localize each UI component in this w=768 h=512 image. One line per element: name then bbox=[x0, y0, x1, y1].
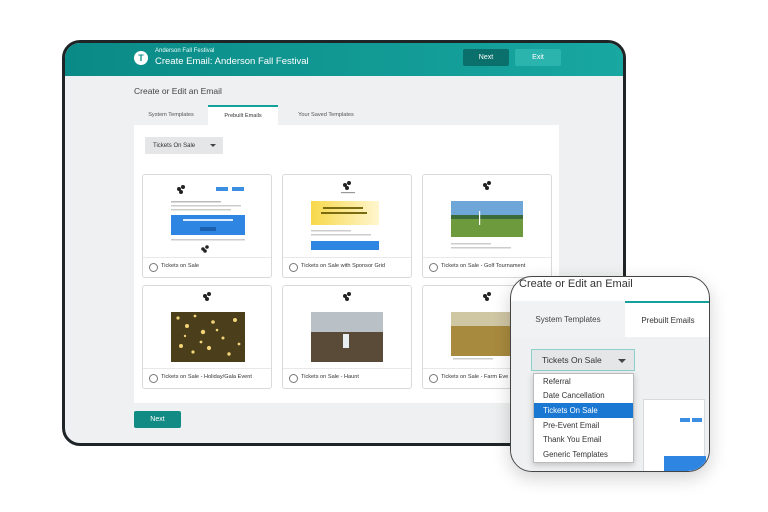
event-name: Anderson Fall Festival bbox=[155, 48, 215, 54]
caret-down-icon bbox=[210, 144, 216, 147]
email-preview-graphic bbox=[171, 185, 245, 253]
page-title: Create Email: Anderson Fall Festival bbox=[155, 56, 309, 67]
template-thumbnail bbox=[143, 286, 271, 368]
template-radio[interactable] bbox=[289, 263, 298, 272]
template-card-footer: Tickets on Sale - Golf Tournament bbox=[423, 257, 551, 277]
template-label: Tickets on Sale - Haunt bbox=[301, 374, 359, 380]
templates-panel: Tickets On Sale Tickets on Sale Tickets … bbox=[134, 125, 559, 403]
dropdown-option-generic-templates[interactable]: Generic Templates bbox=[534, 447, 633, 462]
template-label: Tickets on Sale - Farm Eve bbox=[441, 374, 509, 380]
zoom-tab-system-templates[interactable]: System Templates bbox=[511, 301, 625, 337]
tab-prebuilt-emails[interactable]: Prebuilt Emails bbox=[208, 105, 278, 125]
next-button[interactable]: Next bbox=[134, 411, 181, 428]
template-radio[interactable] bbox=[429, 263, 438, 272]
template-label: Tickets on Sale - Holiday/Gala Event bbox=[161, 374, 252, 380]
template-tabs: System Templates Prebuilt Emails Your Sa… bbox=[134, 105, 374, 125]
template-label: Tickets on Sale bbox=[161, 263, 200, 269]
golf-course-image bbox=[451, 181, 523, 249]
email-preview-graphic bbox=[311, 181, 379, 250]
zoom-tab-row: System Templates Prebuilt Emails bbox=[511, 301, 709, 337]
template-card[interactable]: Tickets on Sale - Holiday/Gala Event bbox=[142, 285, 272, 389]
header-exit-button[interactable]: Exit bbox=[515, 49, 561, 66]
template-thumbnail bbox=[283, 175, 411, 257]
template-card[interactable]: Tickets on Sale - Haunt bbox=[282, 285, 412, 389]
template-radio[interactable] bbox=[289, 374, 298, 383]
section-heading: Create or Edit an Email bbox=[134, 86, 222, 96]
template-thumbnail bbox=[283, 286, 411, 368]
template-radio[interactable] bbox=[149, 263, 158, 272]
tab-saved-templates[interactable]: Your Saved Templates bbox=[278, 105, 374, 125]
template-card-footer: Tickets on Sale bbox=[143, 257, 271, 277]
app-logo: T bbox=[134, 51, 148, 65]
template-card-partial bbox=[643, 399, 706, 471]
zoom-heading: Create or Edit an Email bbox=[519, 278, 633, 290]
caret-down-icon bbox=[618, 359, 626, 363]
template-card-footer: Tickets on Sale - Holiday/Gala Event bbox=[143, 368, 271, 388]
zoom-category-select[interactable]: Tickets On Sale bbox=[531, 349, 635, 371]
dropdown-option-referral[interactable]: Referral bbox=[534, 374, 633, 389]
template-label: Tickets on Sale with Sponsor Grid bbox=[301, 263, 386, 269]
app-header: T Anderson Fall Festival Create Email: A… bbox=[65, 43, 623, 76]
header-next-button[interactable]: Next bbox=[463, 49, 509, 66]
dropdown-option-pre-event-email[interactable]: Pre-Event Email bbox=[534, 418, 633, 433]
dropdown-option-thank-you-email[interactable]: Thank You Email bbox=[534, 432, 633, 447]
category-dropdown-menu: Referral Date Cancellation Tickets On Sa… bbox=[533, 373, 634, 463]
tab-system-templates[interactable]: System Templates bbox=[134, 105, 208, 125]
template-card[interactable]: Tickets on Sale - Golf Tournament bbox=[422, 174, 552, 278]
template-card-footer: Tickets on Sale - Haunt bbox=[283, 368, 411, 388]
dropdown-option-tickets-on-sale[interactable]: Tickets On Sale bbox=[534, 403, 633, 418]
dropdown-option-date-cancellation[interactable]: Date Cancellation bbox=[534, 389, 633, 404]
category-select[interactable]: Tickets On Sale bbox=[145, 137, 223, 154]
template-radio[interactable] bbox=[429, 374, 438, 383]
template-radio[interactable] bbox=[149, 374, 158, 383]
template-label: Tickets on Sale - Golf Tournament bbox=[441, 263, 526, 269]
template-thumbnail bbox=[423, 175, 551, 257]
template-thumbnail bbox=[143, 175, 271, 257]
template-card[interactable]: Tickets on Sale with Sponsor Grid bbox=[282, 174, 412, 278]
zoom-callout: Create or Edit an Email System Templates… bbox=[510, 276, 710, 472]
holiday-lights-image bbox=[171, 292, 245, 362]
template-card-footer: Tickets on Sale with Sponsor Grid bbox=[283, 257, 411, 277]
email-preview-graphic bbox=[664, 418, 706, 471]
haunt-field-image bbox=[311, 292, 383, 362]
zoom-select-value: Tickets On Sale bbox=[542, 355, 602, 365]
category-select-value: Tickets On Sale bbox=[153, 142, 196, 149]
template-card[interactable]: Tickets on Sale bbox=[142, 174, 272, 278]
zoom-tab-prebuilt-emails[interactable]: Prebuilt Emails bbox=[625, 301, 709, 337]
